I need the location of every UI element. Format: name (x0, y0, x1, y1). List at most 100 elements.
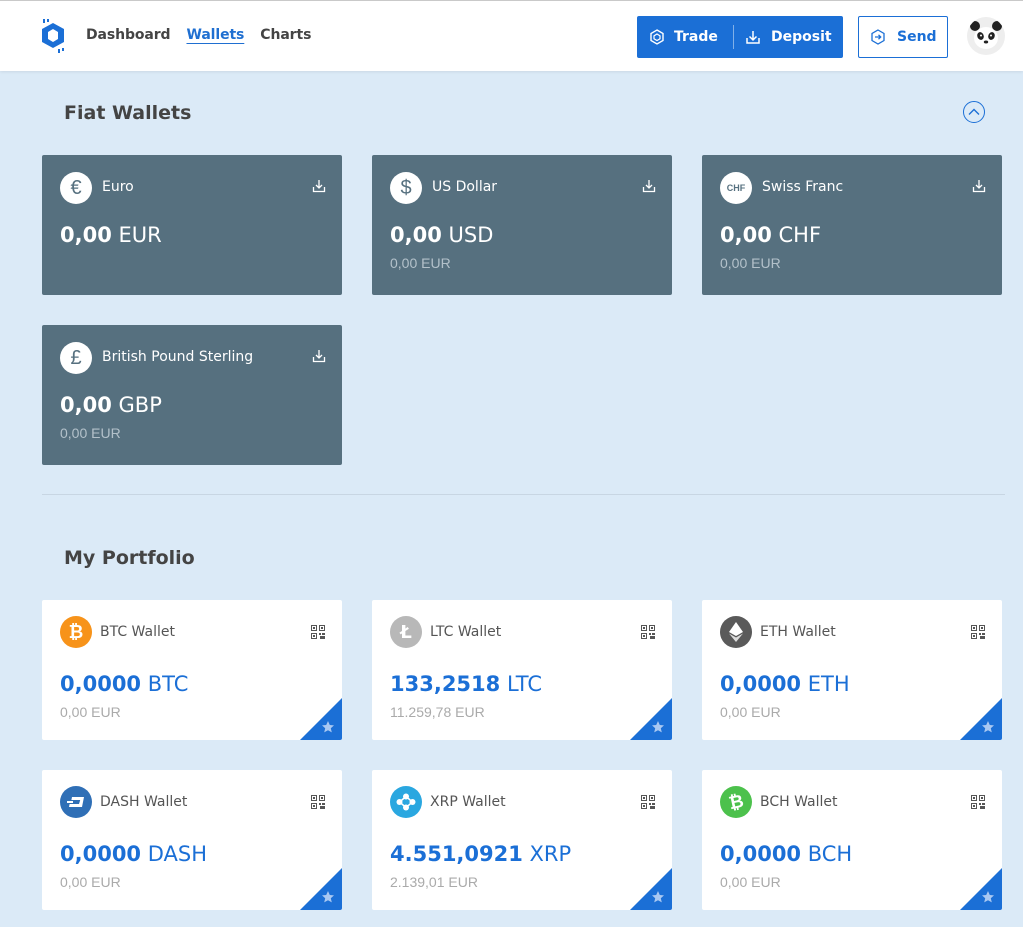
qr-code-icon[interactable] (311, 625, 325, 639)
fiat-balance: 0,00 CHF (720, 223, 821, 247)
euro-icon: € (60, 172, 92, 204)
wallet-balance: 0,0000 DASH (60, 842, 207, 866)
pound-icon: £ (60, 342, 92, 374)
panda-avatar-icon (967, 17, 1005, 55)
fiat-currency-code: USD (448, 223, 494, 247)
wallet-balance: 0,0000 BTC (60, 672, 188, 696)
bitcoin-icon: ₿ (60, 616, 92, 648)
favorite-star-icon[interactable] (300, 868, 342, 910)
wallet-name: DASH Wallet (100, 794, 188, 810)
wallet-eur-value: 2.139,01 EUR (390, 874, 478, 890)
fiat-currency-code: EUR (118, 223, 162, 247)
bitcoin-cash-icon: ₿ (720, 786, 752, 818)
wallet-currency-code: ETH (807, 672, 850, 696)
trade-icon (650, 29, 664, 45)
collapse-fiat-button[interactable] (963, 101, 985, 123)
crypto-card-ltc[interactable]: Ł LTC Wallet 133,2518 LTC 11.259,78 EUR (372, 600, 672, 740)
nav-wallets[interactable]: Wallets (186, 27, 244, 43)
wallet-balance: 133,2518 LTC (390, 672, 542, 696)
trade-deposit-group: Trade Deposit (637, 16, 843, 58)
send-icon (871, 29, 885, 45)
fiat-card-euro[interactable]: € Euro 0,00 EUR (42, 155, 342, 295)
wallet-eur-value: 0,00 EUR (60, 704, 121, 720)
fiat-amount-value: 0,00 (60, 393, 112, 417)
deposit-icon (746, 31, 760, 44)
main-nav: Dashboard Wallets Charts (86, 27, 327, 43)
wallet-amount-value: 0,0000 (60, 672, 142, 696)
wallet-eur-value: 0,00 EUR (720, 704, 781, 720)
fiat-card-name: British Pound Sterling (102, 349, 254, 365)
wallet-balance: 0,0000 BCH (720, 842, 852, 866)
favorite-star-icon[interactable] (630, 868, 672, 910)
crypto-card-eth[interactable]: ETH Wallet 0,0000 ETH 0,00 EUR (702, 600, 1002, 740)
dash-glyph-icon (67, 797, 84, 807)
favorite-star-icon[interactable] (300, 698, 342, 740)
fiat-card-chf[interactable]: CHF Swiss Franc 0,00 CHF 0,00 EUR (702, 155, 1002, 295)
trade-label: Trade (674, 29, 718, 45)
portfolio-title: My Portfolio (64, 547, 195, 569)
favorite-star-icon[interactable] (630, 698, 672, 740)
fiat-card-gbp[interactable]: £ British Pound Sterling 0,00 GBP 0,00 E… (42, 325, 342, 465)
fiat-balance: 0,00 USD (390, 223, 493, 247)
fiat-card-name: Swiss Franc (762, 179, 844, 195)
deposit-button[interactable]: Deposit (734, 16, 832, 58)
wallet-name: ETH Wallet (760, 624, 836, 640)
logo-icon[interactable] (40, 19, 66, 53)
fiat-eur-value: 0,00 EUR (390, 255, 451, 271)
crypto-card-xrp[interactable]: XRP Wallet 4.551,0921 XRP 2.139,01 EUR (372, 770, 672, 910)
fiat-currency-code: CHF (778, 223, 822, 247)
wallet-currency-code: LTC (506, 672, 543, 696)
qr-code-icon[interactable] (641, 795, 655, 809)
dash-icon (60, 786, 92, 818)
wallet-name: BTC Wallet (100, 624, 175, 640)
wallet-amount-value: 0,0000 (60, 842, 142, 866)
nav-dashboard[interactable]: Dashboard (86, 27, 171, 43)
chf-icon: CHF (720, 172, 752, 204)
qr-code-icon[interactable] (641, 625, 655, 639)
wallet-name: XRP Wallet (430, 794, 506, 810)
crypto-card-bch[interactable]: ₿ BCH Wallet 0,0000 BCH 0,00 EUR (702, 770, 1002, 910)
crypto-card-btc[interactable]: ₿ BTC Wallet 0,0000 BTC 0,00 EUR (42, 600, 342, 740)
wallet-amount-value: 133,2518 (390, 672, 501, 696)
crypto-card-dash[interactable]: DASH Wallet 0,0000 DASH 0,00 EUR (42, 770, 342, 910)
xrp-glyph-icon (396, 793, 416, 811)
deposit-label: Deposit (771, 29, 832, 45)
fiat-amount-value: 0,00 (720, 223, 772, 247)
trade-button[interactable]: Trade (637, 16, 733, 58)
favorite-star-icon[interactable] (960, 868, 1002, 910)
wallet-eur-value: 11.259,78 EUR (390, 704, 485, 720)
fiat-currency-code: GBP (118, 393, 162, 417)
fiat-amount-value: 0,00 (390, 223, 442, 247)
wallet-amount-value: 0,0000 (720, 842, 802, 866)
dollar-icon: $ (390, 172, 422, 204)
fiat-card-usd[interactable]: $ US Dollar 0,00 USD 0,00 EUR (372, 155, 672, 295)
download-icon[interactable] (312, 179, 326, 193)
qr-code-icon[interactable] (971, 625, 985, 639)
wallet-currency-code: DASH (147, 842, 208, 866)
fiat-balance: 0,00 EUR (60, 223, 162, 247)
download-icon[interactable] (312, 349, 326, 363)
nav-charts[interactable]: Charts (260, 27, 311, 43)
favorite-star-icon[interactable] (960, 698, 1002, 740)
download-icon[interactable] (642, 179, 656, 193)
fiat-amount-value: 0,00 (60, 223, 112, 247)
avatar[interactable] (967, 17, 1005, 55)
send-button[interactable]: Send (858, 16, 948, 58)
send-label: Send (897, 29, 937, 45)
download-icon[interactable] (972, 179, 986, 193)
fiat-wallets-title: Fiat Wallets (64, 102, 192, 124)
section-divider (42, 494, 1005, 495)
qr-code-icon[interactable] (311, 795, 325, 809)
wallet-currency-code: BCH (807, 842, 853, 866)
wallet-name: LTC Wallet (430, 624, 502, 640)
fiat-balance: 0,00 GBP (60, 393, 162, 417)
ethereum-icon (720, 616, 752, 648)
chevron-up-icon (968, 108, 980, 115)
wallet-eur-value: 0,00 EUR (60, 874, 121, 890)
wallet-currency-code: BTC (147, 672, 189, 696)
fiat-eur-value: 0,00 EUR (60, 425, 121, 441)
fiat-eur-value: 0,00 EUR (720, 255, 781, 271)
top-bar: Dashboard Wallets Charts Trade Deposit S… (0, 0, 1023, 71)
wallet-balance: 0,0000 ETH (720, 672, 850, 696)
qr-code-icon[interactable] (971, 795, 985, 809)
